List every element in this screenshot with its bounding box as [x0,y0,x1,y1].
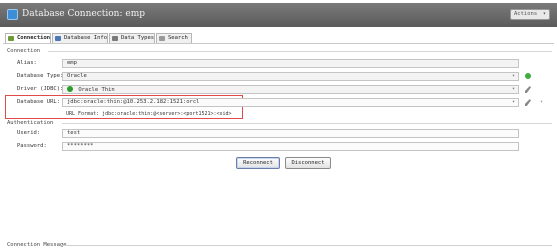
tab-label: Data Types [121,35,155,41]
database-info-icon [55,36,61,41]
section-divider [62,245,552,246]
edit-url-icon[interactable] [525,99,531,106]
actions-menu-button[interactable]: Actions ▾ [510,9,550,20]
tab-label: Search [168,35,188,41]
tab-search[interactable]: Search [156,33,192,43]
driver-select[interactable]: Oracle Thin ▾ [62,85,519,94]
chevron-down-icon: ▾ [511,73,515,79]
data-types-icon [112,36,118,41]
edit-driver-icon[interactable] [525,86,531,93]
database-type-value: Oracle [67,73,87,79]
actions-label: Actions [514,11,538,17]
section-authentication-title: Authentication [7,120,54,126]
section-connection-message-title: Connection Message [7,242,67,248]
database-app-icon [7,9,18,20]
password-label: Password: [17,143,47,149]
driver-label: Driver (JDBC): [17,86,64,92]
password-field[interactable]: ******** [62,142,519,151]
driver-value: Oracle Thin [78,87,115,93]
connection-tab-icon [8,36,14,41]
database-url-label: Database URL: [17,99,61,105]
tab-panel-border [3,43,554,44]
tab-label: Database Info [64,35,108,41]
userid-field[interactable]: test [62,129,519,138]
url-format-hint: URL Format: jdbc:oracle:thin:@<server>:<… [66,111,232,117]
check-circle-icon [67,86,73,92]
chevron-down-icon: ▾ [511,99,515,105]
tab-database-info[interactable]: Database Info [52,33,108,43]
alias-field[interactable]: emp [62,59,519,68]
tab-label: Connection [17,35,51,41]
status-ok-icon [525,73,531,79]
database-url-value: jdbc:oracle:thin:@10.253.2.182:1521:orcl [67,99,200,105]
reconnect-button[interactable]: Reconnect [236,157,280,169]
tab-data-types[interactable]: Data Types [109,33,155,43]
chevron-down-icon: ▾ [511,86,515,92]
section-divider [62,123,552,124]
chevron-down-icon[interactable]: ▾ [540,99,543,105]
disconnect-button[interactable]: Disconnect [285,157,331,169]
search-icon [159,36,165,41]
database-type-label: Database Type: [17,73,64,79]
database-url-field[interactable]: jdbc:oracle:thin:@10.253.2.182:1521:orcl… [62,98,519,107]
window-title: Database Connection: emp [22,9,145,19]
section-divider [48,51,552,52]
section-connection-title: Connection [7,48,41,54]
alias-label: Alias: [17,60,37,66]
chevron-down-icon: ▾ [542,11,546,17]
userid-label: Userid: [17,130,41,136]
database-type-select[interactable]: Oracle ▾ [62,72,519,81]
